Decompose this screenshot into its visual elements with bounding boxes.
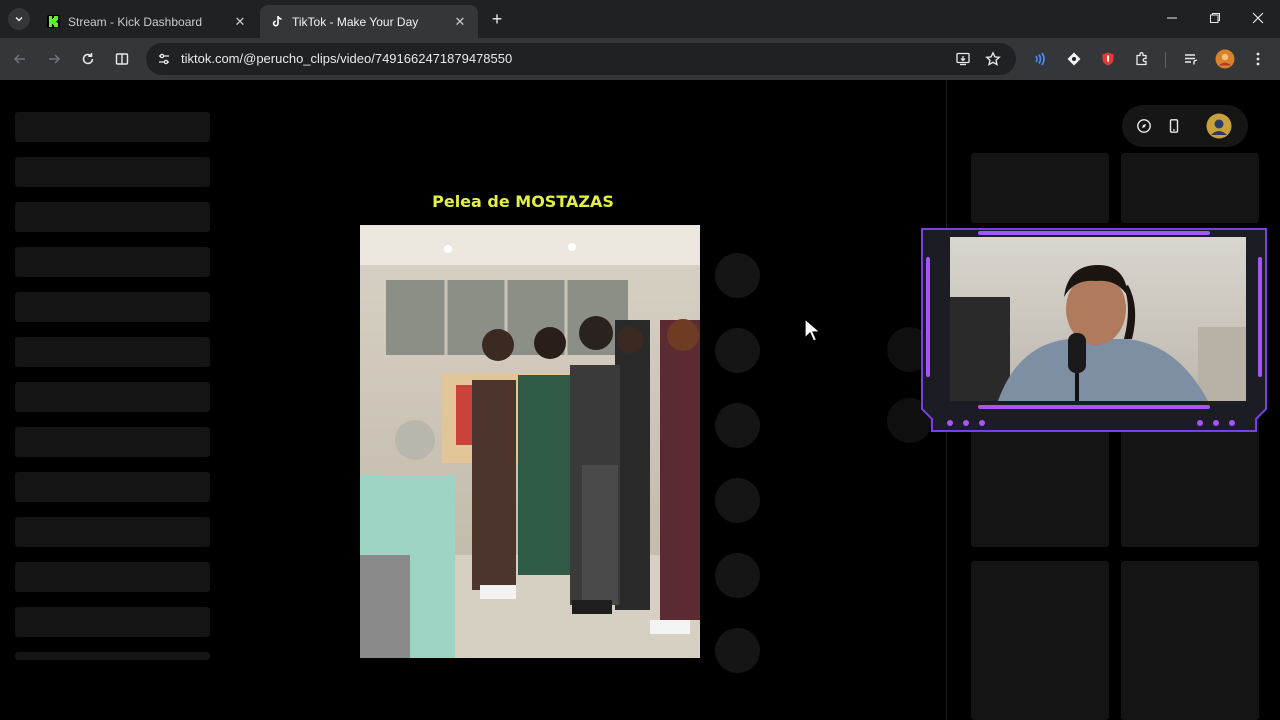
close-tab-icon[interactable]: ✕ — [452, 14, 468, 30]
reload-button[interactable] — [76, 47, 100, 71]
puzzle-icon — [1136, 52, 1147, 66]
address-bar[interactable]: tiktok.com/@perucho_clips/video/74916624… — [146, 43, 1016, 75]
more-vertical-icon — [1256, 52, 1260, 66]
avatar — [1206, 113, 1232, 139]
skeleton-bar — [15, 427, 210, 457]
action-button[interactable] — [715, 553, 760, 598]
bookmark-button[interactable] — [982, 48, 1004, 70]
coins-button[interactable] — [1133, 115, 1155, 137]
extension-diamond-button[interactable] — [1062, 47, 1086, 71]
url-text: tiktok.com/@perucho_clips/video/74916624… — [181, 51, 513, 66]
tiktok-icon — [270, 15, 284, 29]
install-app-icon — [956, 52, 970, 66]
mouse-cursor-icon — [804, 318, 822, 342]
video-overlay-title: Pelea de MOSTAZAS — [432, 192, 614, 211]
skeleton-bar — [15, 607, 210, 637]
extension-red-button[interactable] — [1096, 47, 1120, 71]
close-icon — [1252, 12, 1264, 24]
tab-title: TikTok - Make Your Day — [292, 14, 419, 29]
tab-strip: Stream - Kick Dashboard ✕ TikTok - Make … — [0, 0, 1280, 38]
video-frame-image — [360, 225, 700, 658]
menu-button[interactable] — [1246, 47, 1270, 71]
diamond-icon — [1067, 52, 1081, 66]
chevron-down-icon — [15, 16, 23, 22]
tab-title: Stream - Kick Dashboard — [68, 14, 203, 29]
webcam-overlay — [918, 227, 1270, 435]
restore-icon — [1210, 13, 1220, 23]
restore-button[interactable] — [1193, 0, 1237, 36]
action-button[interactable] — [715, 628, 760, 673]
shield-icon — [1102, 52, 1114, 66]
arrow-right-icon — [49, 54, 61, 64]
site-info-icon[interactable] — [152, 47, 176, 71]
skeleton-bar — [15, 247, 210, 277]
extensions-button[interactable] — [1130, 47, 1154, 71]
sound-waves-icon — [1035, 52, 1045, 66]
playlist-icon — [1185, 54, 1198, 65]
split-view-icon — [115, 53, 129, 65]
skeleton-bar — [15, 157, 210, 187]
install-app-button[interactable] — [952, 48, 974, 70]
skeleton-bar — [15, 337, 210, 367]
video-thumbnail-placeholder — [1121, 561, 1259, 720]
share-button[interactable] — [715, 478, 760, 523]
toolbar-divider — [1165, 52, 1166, 68]
split-view-button[interactable] — [110, 47, 134, 71]
avatar — [1215, 49, 1235, 69]
video-thumbnail-placeholder — [971, 561, 1109, 720]
video-thumbnail-placeholder — [971, 153, 1109, 223]
video-player[interactable] — [360, 225, 700, 658]
skeleton-bar — [15, 562, 210, 592]
like-button[interactable] — [715, 253, 760, 298]
skeleton-bar — [15, 652, 210, 660]
skeleton-bar — [15, 517, 210, 547]
skeleton-bar — [15, 472, 210, 502]
tab-kick-dashboard[interactable]: Stream - Kick Dashboard ✕ — [36, 5, 258, 38]
reload-icon — [82, 53, 94, 65]
new-tab-button[interactable]: + — [486, 8, 508, 30]
skeleton-bar — [15, 202, 210, 232]
minimize-icon — [1167, 17, 1177, 19]
tiktok-page: Pelea de MOSTAZAS — [0, 80, 1280, 720]
close-window-button[interactable] — [1236, 0, 1280, 36]
skeleton-bar — [15, 382, 210, 412]
arrow-left-icon — [13, 54, 25, 64]
video-thumbnail-placeholder — [1121, 153, 1259, 223]
close-tab-icon[interactable]: ✕ — [232, 14, 248, 30]
profile-avatar-button[interactable] — [1206, 113, 1232, 139]
browser-toolbar: tiktok.com/@perucho_clips/video/74916624… — [0, 38, 1280, 80]
skeleton-bar — [15, 292, 210, 322]
compass-icon — [1137, 119, 1151, 133]
minimize-button[interactable] — [1150, 0, 1194, 36]
star-icon — [985, 51, 1001, 66]
back-button[interactable] — [8, 47, 32, 71]
tab-tiktok[interactable]: TikTok - Make Your Day ✕ — [260, 5, 478, 38]
profile-button[interactable] — [1213, 47, 1237, 71]
get-app-button[interactable] — [1163, 115, 1185, 137]
skeleton-bar — [15, 112, 210, 142]
tab-search-button[interactable] — [8, 8, 30, 30]
extension-sound-button[interactable] — [1028, 47, 1052, 71]
phone-icon — [1169, 119, 1179, 133]
media-controls-button[interactable] — [1179, 47, 1203, 71]
top-right-controls — [1122, 105, 1248, 147]
save-button[interactable] — [715, 403, 760, 448]
forward-button[interactable] — [42, 47, 66, 71]
kick-icon — [46, 15, 60, 29]
comment-button[interactable] — [715, 328, 760, 373]
